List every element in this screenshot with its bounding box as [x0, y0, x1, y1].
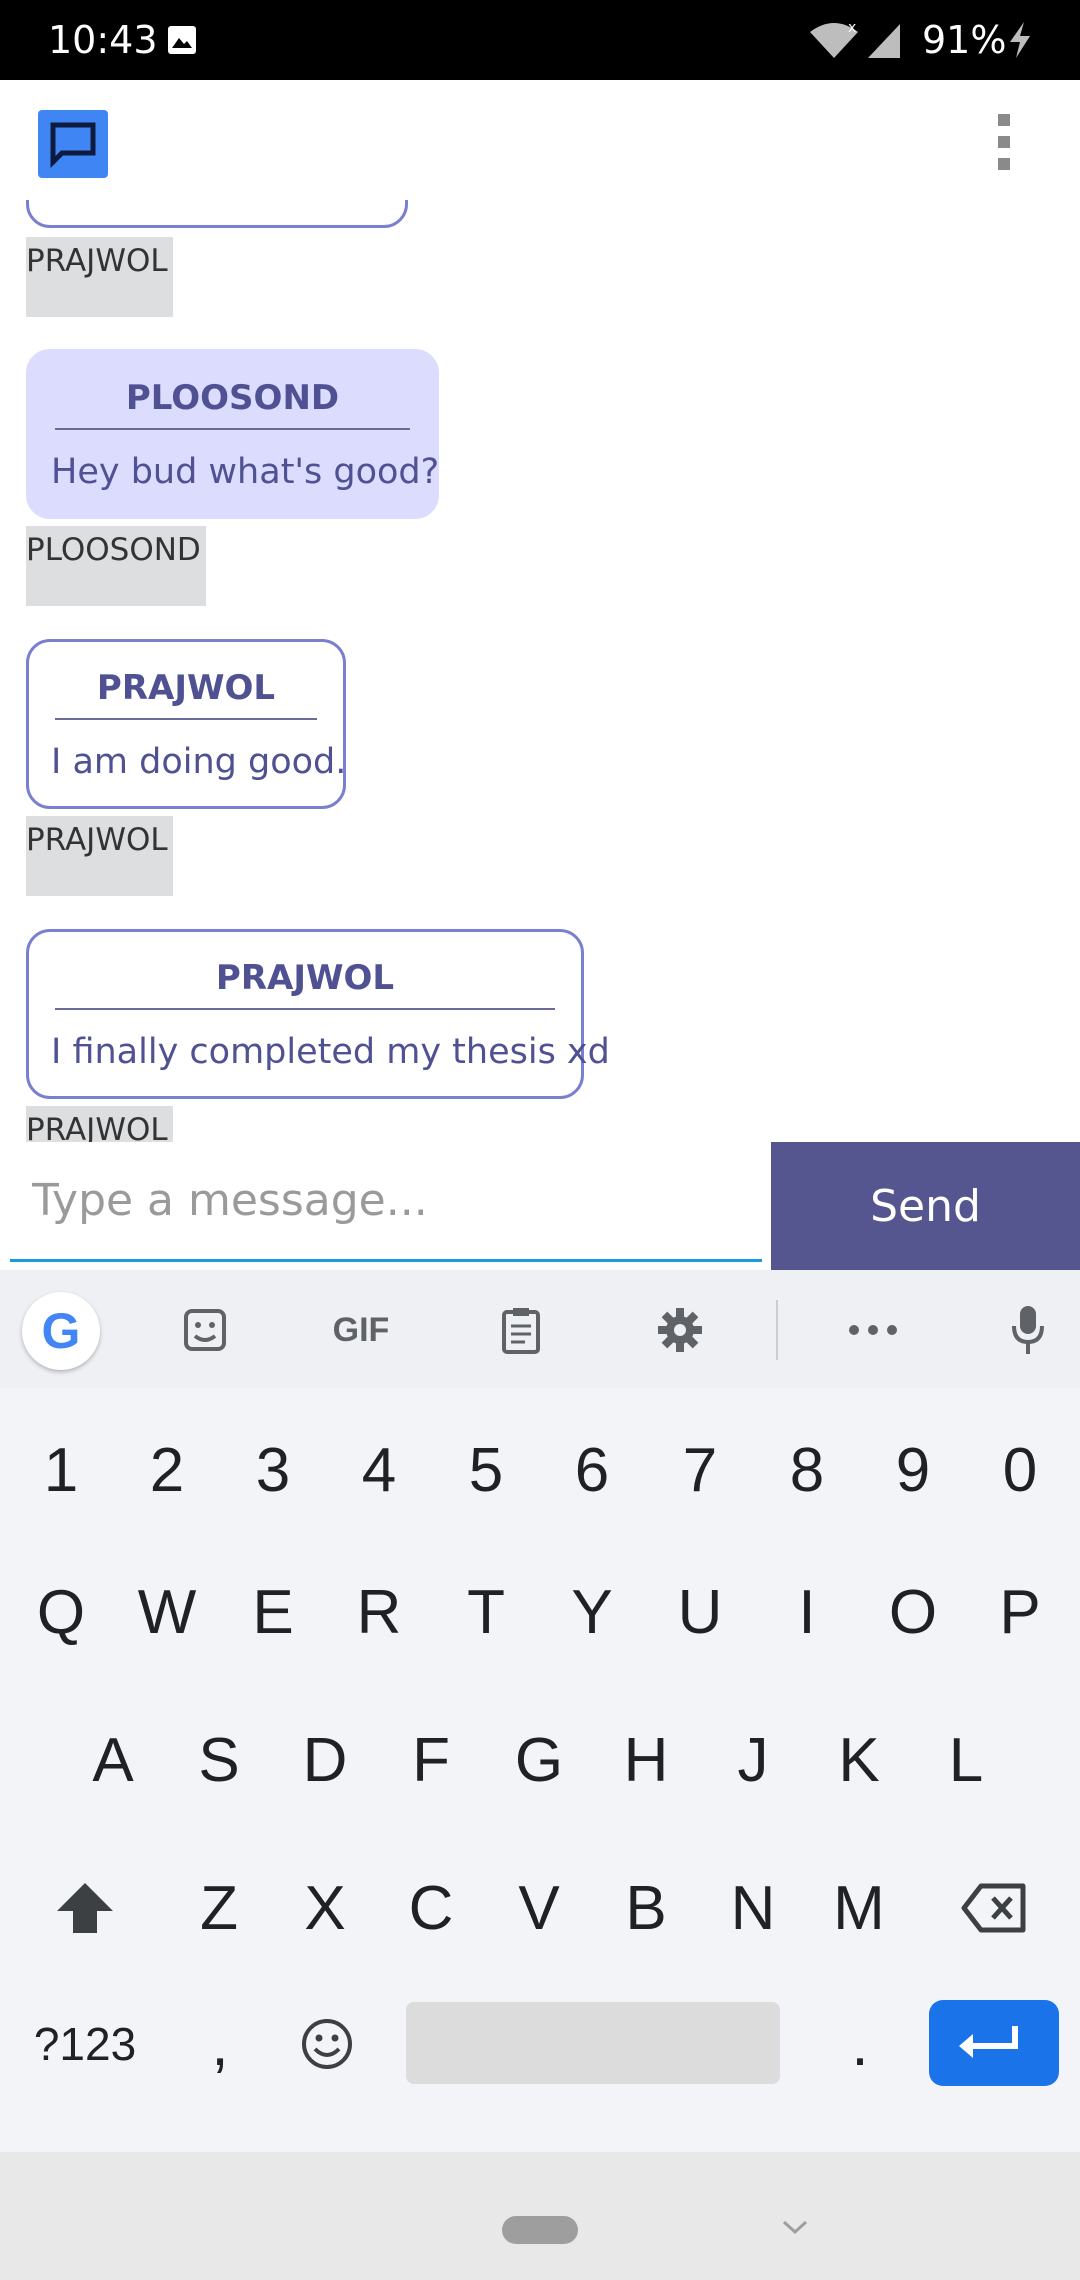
backspace-icon[interactable]: [954, 1858, 1034, 1958]
message-bubble-partial: [26, 200, 408, 228]
key-w[interactable]: W: [126, 1562, 208, 1662]
image-icon: [168, 26, 196, 54]
key-5[interactable]: 5: [445, 1420, 527, 1520]
key-4[interactable]: 4: [338, 1420, 420, 1520]
key-g[interactable]: G: [498, 1710, 580, 1810]
key-8[interactable]: 8: [766, 1420, 848, 1520]
key-v[interactable]: V: [498, 1858, 580, 1958]
google-icon[interactable]: G: [22, 1292, 100, 1370]
key-3[interactable]: 3: [232, 1420, 314, 1520]
key-u[interactable]: U: [659, 1562, 741, 1662]
key-7[interactable]: 7: [659, 1420, 741, 1520]
key-k[interactable]: K: [818, 1710, 900, 1810]
key-s[interactable]: S: [178, 1710, 260, 1810]
sender-label: PRAJWOL: [26, 816, 173, 896]
space-key[interactable]: [406, 2002, 780, 2084]
more-icon[interactable]: [848, 1300, 898, 1360]
navigation-bar: [0, 2152, 1080, 2280]
message-text: I am doing good.: [51, 742, 347, 782]
sender-label: PLOOSOND: [26, 526, 206, 606]
status-bar: 10:43 x 91%: [0, 0, 1080, 80]
key-n[interactable]: N: [712, 1858, 794, 1958]
message-sender: PLOOSOND: [55, 352, 410, 430]
settings-icon[interactable]: [656, 1300, 704, 1360]
screen: 10:43 x 91% PRAJWOL PLOOSOND Hey bud wha…: [0, 0, 1080, 2280]
key-z[interactable]: Z: [178, 1858, 260, 1958]
key-i[interactable]: I: [766, 1562, 848, 1662]
send-button[interactable]: Send: [771, 1142, 1080, 1270]
key-1[interactable]: 1: [20, 1420, 102, 1520]
emoji-icon[interactable]: [282, 1994, 372, 2094]
message-input[interactable]: [10, 1142, 762, 1262]
enter-key[interactable]: [929, 2000, 1059, 2086]
keyboard: G GIF 1 2 3 4 5 6 7 8 9 0 Q W E R T Y U …: [0, 1270, 1080, 2152]
svg-text:x: x: [848, 20, 856, 36]
key-e[interactable]: E: [232, 1562, 314, 1662]
composer: Send: [0, 1142, 1080, 1270]
message-sender: PRAJWOL: [55, 642, 317, 720]
key-p[interactable]: P: [979, 1562, 1061, 1662]
key-9[interactable]: 9: [872, 1420, 954, 1520]
message-text: Hey bud what's good?: [51, 452, 440, 492]
key-l[interactable]: L: [925, 1710, 1007, 1810]
signal-icon: [868, 24, 900, 58]
message-sender: PRAJWOL: [55, 932, 555, 1010]
symbols-key[interactable]: ?123: [20, 1994, 150, 2094]
sticker-icon[interactable]: [180, 1300, 230, 1360]
key-m[interactable]: M: [818, 1858, 900, 1958]
battery-percent: 91%: [922, 18, 1007, 62]
key-j[interactable]: J: [712, 1710, 794, 1810]
key-2[interactable]: 2: [126, 1420, 208, 1520]
home-pill-icon[interactable]: [502, 2216, 578, 2244]
sender-label: PRAJWOL: [26, 1106, 173, 1142]
key-f[interactable]: F: [390, 1710, 472, 1810]
chat-bubble-icon: [38, 110, 108, 178]
key-a[interactable]: A: [72, 1710, 154, 1810]
message-bubble[interactable]: PRAJWOL I am doing good.: [26, 639, 346, 809]
status-time: 10:43: [48, 18, 158, 62]
key-x[interactable]: X: [284, 1858, 366, 1958]
key-o[interactable]: O: [872, 1562, 954, 1662]
enter-icon: [959, 2026, 1018, 2058]
message-text: I finally completed my thesis xd: [51, 1032, 610, 1072]
period-key[interactable]: .: [830, 1994, 890, 2094]
key-d[interactable]: D: [284, 1710, 366, 1810]
app-bar: [0, 80, 1080, 200]
charging-icon: [1010, 22, 1030, 58]
chat-list[interactable]: PRAJWOL PLOOSOND Hey bud what's good? PL…: [0, 200, 1080, 1142]
key-0[interactable]: 0: [979, 1420, 1061, 1520]
key-t[interactable]: T: [445, 1562, 527, 1662]
key-y[interactable]: Y: [551, 1562, 633, 1662]
chevron-down-icon[interactable]: [780, 2212, 810, 2242]
key-q[interactable]: Q: [20, 1562, 102, 1662]
key-6[interactable]: 6: [551, 1420, 633, 1520]
key-r[interactable]: R: [338, 1562, 420, 1662]
key-c[interactable]: C: [390, 1858, 472, 1958]
message-bubble[interactable]: PLOOSOND Hey bud what's good?: [26, 349, 439, 519]
gif-icon[interactable]: GIF: [326, 1300, 396, 1360]
key-b[interactable]: B: [605, 1858, 687, 1958]
keyboard-toolbar: G GIF: [0, 1270, 1080, 1388]
mic-icon[interactable]: [1008, 1300, 1048, 1360]
key-h[interactable]: H: [605, 1710, 687, 1810]
clipboard-icon[interactable]: [498, 1300, 544, 1360]
comma-key[interactable]: ,: [190, 1994, 250, 2094]
shift-icon[interactable]: [40, 1858, 130, 1958]
message-bubble[interactable]: PRAJWOL I finally completed my thesis xd: [26, 929, 610, 1099]
toolbar-divider: [776, 1300, 778, 1360]
sender-label: PRAJWOL: [26, 237, 173, 317]
wifi-icon: x: [810, 20, 858, 58]
overflow-menu-icon[interactable]: [992, 114, 1016, 174]
